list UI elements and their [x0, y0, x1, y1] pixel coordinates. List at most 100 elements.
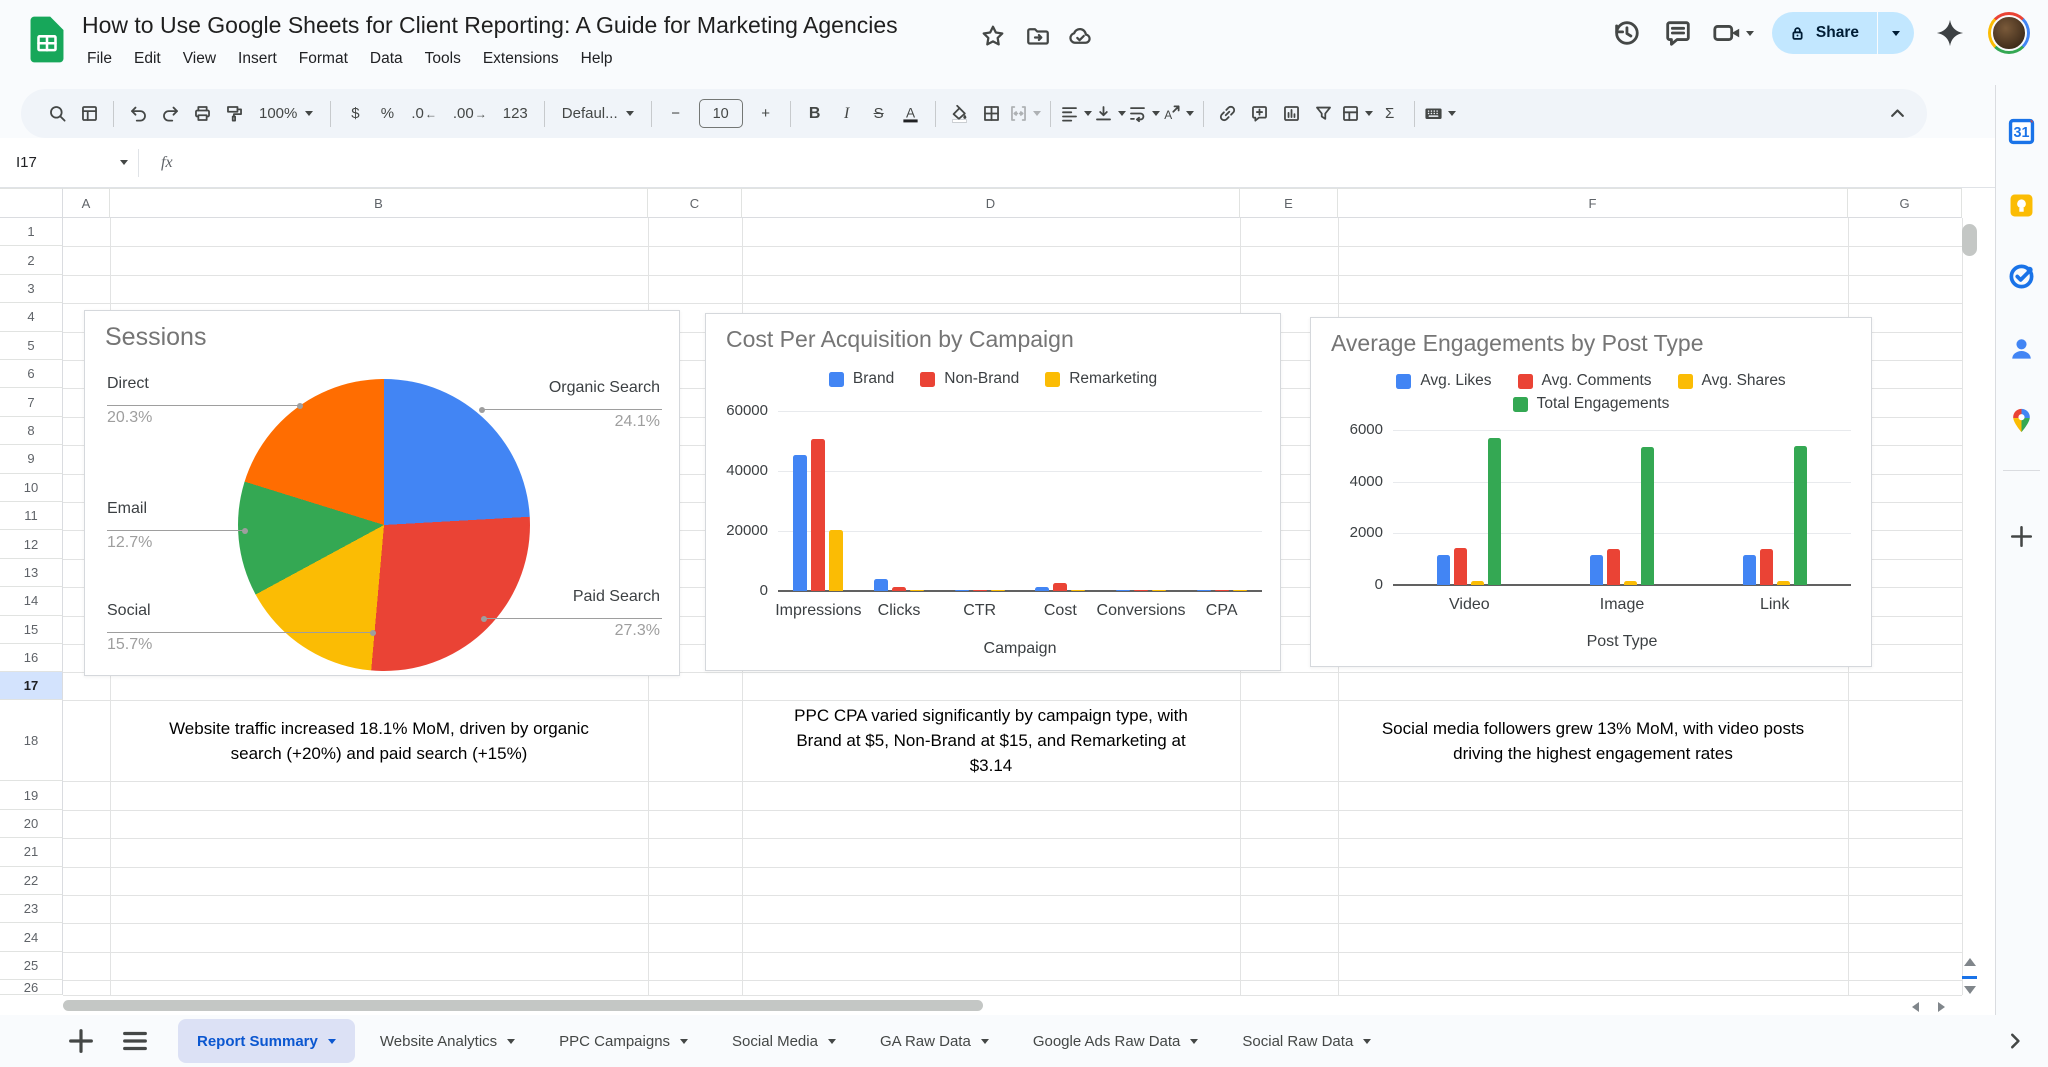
- undo-button[interactable]: [123, 98, 153, 130]
- row-header-19[interactable]: 19: [0, 781, 63, 810]
- font-size-input[interactable]: 10: [693, 98, 749, 130]
- add-sheet-icon[interactable]: [66, 1026, 96, 1056]
- document-title[interactable]: How to Use Google Sheets for Client Repo…: [82, 12, 898, 39]
- input-tools-button[interactable]: [1424, 98, 1456, 130]
- row-header-14[interactable]: 14: [0, 587, 63, 616]
- vertical-scrollbar[interactable]: [1962, 224, 1977, 256]
- row-header-7[interactable]: 7: [0, 388, 63, 417]
- row-header-26[interactable]: 26: [0, 980, 63, 995]
- share-button[interactable]: Share: [1772, 12, 1877, 54]
- row-header-22[interactable]: 22: [0, 866, 63, 895]
- insert-link-button[interactable]: [1213, 98, 1243, 130]
- decrease-font-size-button[interactable]: −: [661, 98, 691, 130]
- menu-format[interactable]: Format: [288, 46, 359, 72]
- menu-insert[interactable]: Insert: [227, 46, 288, 72]
- chevron-right-icon[interactable]: [2004, 1030, 2026, 1052]
- note-cell-b18[interactable]: Website traffic increased 18.1% MoM, dri…: [110, 700, 648, 781]
- insert-comment-button[interactable]: [1245, 98, 1275, 130]
- video-call-button[interactable]: [1712, 18, 1754, 48]
- name-box[interactable]: I17: [0, 154, 128, 171]
- calendar-icon[interactable]: 31: [2008, 118, 2035, 145]
- borders-button[interactable]: [977, 98, 1007, 130]
- sheet-tab-report-summary[interactable]: Report Summary: [178, 1019, 355, 1063]
- row-header-12[interactable]: 12: [0, 530, 63, 559]
- sheet-tab-google-ads-raw-data[interactable]: Google Ads Raw Data: [1014, 1019, 1218, 1063]
- fill-color-button[interactable]: [945, 98, 975, 130]
- column-header-E[interactable]: E: [1240, 188, 1338, 218]
- note-cell-d18[interactable]: PPC CPA varied significantly by campaign…: [742, 700, 1240, 781]
- note-cell-f18[interactable]: Social media followers grew 13% MoM, wit…: [1338, 700, 1848, 781]
- share-options-button[interactable]: [1878, 12, 1914, 54]
- menu-edit[interactable]: Edit: [123, 46, 172, 72]
- contacts-icon[interactable]: [2008, 335, 2035, 362]
- sheet-tab-ppc-campaigns[interactable]: PPC Campaigns: [540, 1019, 707, 1063]
- row-header-1[interactable]: 1: [0, 218, 63, 247]
- row-header-9[interactable]: 9: [0, 445, 63, 474]
- row-header-23[interactable]: 23: [0, 895, 63, 924]
- create-filter-button[interactable]: [1309, 98, 1339, 130]
- row-header-20[interactable]: 20: [0, 809, 63, 839]
- menu-data[interactable]: Data: [359, 46, 414, 72]
- row-header-18[interactable]: 18: [0, 700, 63, 782]
- font-size-input[interactable]: 10: [698, 99, 743, 128]
- row-header-3[interactable]: 3: [0, 274, 63, 304]
- sheet-tab-social-media[interactable]: Social Media: [713, 1019, 855, 1063]
- row-header-8[interactable]: 8: [0, 416, 63, 446]
- column-header-G[interactable]: G: [1848, 188, 1962, 218]
- strikethrough-button[interactable]: S: [864, 98, 894, 130]
- format-currency-button[interactable]: $: [340, 98, 370, 130]
- gemini-icon[interactable]: [1935, 18, 1965, 48]
- menu-extensions[interactable]: Extensions: [472, 46, 570, 72]
- scroll-up-icon[interactable]: [1964, 958, 1976, 966]
- star-icon[interactable]: [981, 24, 1005, 48]
- row-header-25[interactable]: 25: [0, 951, 63, 981]
- insert-chart-button[interactable]: [1277, 98, 1307, 130]
- table-button[interactable]: [1341, 98, 1373, 130]
- font-select[interactable]: Defaul...: [554, 98, 642, 130]
- sessions-pie-chart[interactable]: Sessions Organic Search 24.1% Paid Search 27…: [84, 310, 680, 676]
- increase-font-size-button[interactable]: +: [751, 98, 781, 130]
- get-addons-icon[interactable]: [2008, 523, 2035, 550]
- horizontal-scrollbar[interactable]: [63, 1000, 983, 1011]
- row-header-16[interactable]: 16: [0, 644, 63, 673]
- sheet-tab-website-analytics[interactable]: Website Analytics: [361, 1019, 534, 1063]
- tasks-icon[interactable]: [2008, 263, 2035, 290]
- scroll-right-icon[interactable]: [1938, 1002, 1945, 1012]
- scroll-left-icon[interactable]: [1912, 1002, 1919, 1012]
- row-header-10[interactable]: 10: [0, 473, 63, 502]
- menu-help[interactable]: Help: [570, 46, 624, 72]
- row-header-24[interactable]: 24: [0, 923, 63, 952]
- text-wrap-button[interactable]: [1128, 98, 1160, 130]
- scroll-down-icon[interactable]: [1964, 986, 1976, 994]
- menu-tools[interactable]: Tools: [414, 46, 472, 72]
- engagements-bar-chart[interactable]: Average Engagements by Post Type Avg. Lik…: [1310, 317, 1872, 667]
- horizontal-align-button[interactable]: [1060, 98, 1092, 130]
- row-header-5[interactable]: 5: [0, 331, 63, 360]
- row-header-17[interactable]: 17: [0, 672, 63, 701]
- menu-file[interactable]: File: [76, 46, 123, 72]
- keep-icon[interactable]: [2008, 192, 2035, 219]
- cpa-bar-chart[interactable]: Cost Per Acquisition by Campaign Brand Non…: [705, 313, 1281, 671]
- row-header-13[interactable]: 13: [0, 558, 63, 588]
- history-icon[interactable]: [1611, 18, 1641, 48]
- sheet-tab-social-raw-data[interactable]: Social Raw Data: [1223, 1019, 1390, 1063]
- text-rotation-button[interactable]: A: [1162, 98, 1194, 130]
- zoom-select[interactable]: 100%: [251, 98, 321, 130]
- decrease-decimal-button[interactable]: .0←: [404, 98, 444, 130]
- vertical-align-button[interactable]: [1094, 98, 1126, 130]
- menu-view[interactable]: View: [172, 46, 227, 72]
- all-sheets-icon[interactable]: [120, 1026, 150, 1056]
- sheet-tab-ga-raw-data[interactable]: GA Raw Data: [861, 1019, 1008, 1063]
- row-header-4[interactable]: 4: [0, 303, 63, 332]
- functions-button[interactable]: Σ: [1375, 98, 1405, 130]
- filter-views-button[interactable]: [74, 98, 104, 130]
- column-header-D[interactable]: D: [742, 188, 1240, 218]
- move-folder-icon[interactable]: [1026, 24, 1050, 48]
- select-all-corner[interactable]: [0, 188, 63, 218]
- redo-button[interactable]: [155, 98, 185, 130]
- more-formats-button[interactable]: 123: [496, 98, 535, 130]
- row-header-15[interactable]: 15: [0, 615, 63, 644]
- format-percent-button[interactable]: %: [372, 98, 402, 130]
- bold-button[interactable]: B: [800, 98, 830, 130]
- paint-format-button[interactable]: [219, 98, 249, 130]
